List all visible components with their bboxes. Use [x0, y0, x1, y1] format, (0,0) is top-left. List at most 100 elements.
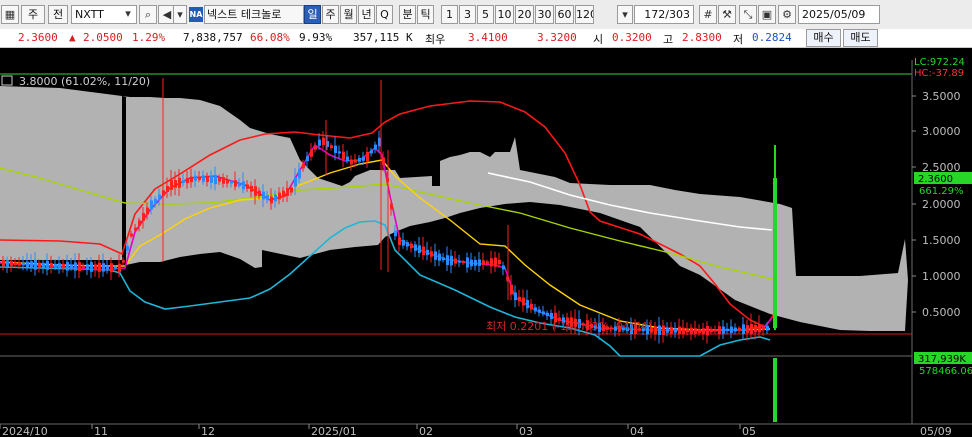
interval-20-button[interactable]: 20 — [515, 5, 534, 24]
candle-body — [10, 260, 13, 267]
candle-body — [402, 239, 405, 246]
y-tick-label: 2.0000 — [922, 198, 961, 211]
candle-body — [474, 259, 477, 266]
candle-body — [334, 145, 337, 154]
interval-10-button[interactable]: 10 — [495, 5, 514, 24]
y-tick-label: 1.0000 — [922, 270, 961, 283]
candle-body — [694, 328, 697, 334]
candle-body — [682, 327, 685, 334]
candle-body — [234, 180, 237, 187]
candle-body — [482, 260, 485, 265]
interval-30-button[interactable]: 30 — [535, 5, 554, 24]
candle-body — [458, 260, 461, 263]
current-price: 2.3600 — [18, 31, 58, 44]
candle-body — [702, 328, 705, 334]
candle-body — [238, 182, 241, 187]
period-week-button[interactable]: 주 — [322, 5, 339, 24]
candle-body — [450, 255, 453, 266]
candle-body — [750, 323, 753, 334]
sell-button[interactable]: 매도 — [843, 29, 878, 47]
candle-body — [22, 262, 25, 266]
interval-120-button[interactable]: 120 — [575, 5, 594, 24]
candle-body — [210, 175, 213, 183]
candle-body — [74, 262, 77, 271]
candle-body — [318, 139, 321, 146]
interval-5-button[interactable]: 5 — [477, 5, 494, 24]
tools-icon[interactable]: ⚒ — [718, 5, 736, 24]
price-chart[interactable]: 3.8000 (61.02%, 11/20) 최저 0.2201 (-190.6… — [0, 48, 972, 437]
save-icon[interactable]: ▣ — [758, 5, 776, 24]
period-select[interactable]: 전 — [48, 5, 68, 24]
candle-body — [186, 177, 189, 184]
candle-body — [530, 303, 533, 310]
search-icon[interactable]: ⌕ — [139, 5, 157, 24]
candle-body — [94, 264, 97, 270]
candle-body — [510, 284, 513, 295]
zoom-out-icon[interactable]: ⤡ — [739, 5, 757, 24]
candle-body — [754, 324, 757, 333]
candle-body — [310, 149, 313, 157]
candle-body — [446, 255, 449, 266]
chevron-down-icon[interactable]: ▾ — [617, 5, 633, 24]
chevron-down-icon[interactable]: ▾ — [120, 5, 136, 24]
candle-body — [370, 150, 373, 154]
candle-body — [66, 261, 69, 271]
candle-body — [442, 257, 445, 261]
lc-label: LC:972.24 — [914, 57, 965, 68]
counter-field[interactable]: 172/303 — [634, 5, 694, 24]
chevron-down-icon[interactable]: ▾ — [173, 5, 187, 24]
period-month-button[interactable]: 월 — [340, 5, 357, 24]
candle-body — [134, 227, 137, 231]
candle-body — [214, 174, 217, 185]
current-price-percent: 661.29% — [919, 186, 964, 197]
candle-body — [178, 177, 181, 188]
today-candle — [773, 178, 777, 328]
candle-body — [658, 325, 661, 335]
market-select[interactable]: 주 — [21, 5, 45, 24]
candle-body — [742, 324, 745, 335]
buy-button[interactable]: 매수 — [806, 29, 841, 47]
candle-body — [110, 263, 113, 273]
candle-body — [114, 266, 117, 269]
candle-body — [546, 312, 549, 317]
candle-body — [382, 157, 385, 165]
candle-body — [538, 309, 541, 313]
x-tick-label: 11 — [94, 425, 108, 437]
x-tick-label: 04 — [630, 425, 644, 437]
period-minute-button[interactable]: 분 — [399, 5, 416, 24]
low-label: 저 — [733, 33, 744, 46]
gear-icon[interactable]: ⚙ — [778, 5, 796, 24]
open-label: 시 — [593, 33, 604, 46]
price-change: 2.0500 — [83, 31, 123, 44]
interval-3-button[interactable]: 3 — [459, 5, 476, 24]
candle-body — [490, 258, 493, 267]
candle-body — [454, 258, 457, 264]
x-tick-label: 2024/10 — [2, 425, 48, 437]
interval-1-button[interactable]: 1 — [441, 5, 458, 24]
period-day-button[interactable]: 일 — [304, 5, 321, 24]
date-field[interactable]: 2025/05/09 — [798, 5, 880, 24]
toolbar: ▦ 주 전 NXTT ▾ ⌕ ◀ ▾ NA 넥스트 테크놀로 일 주 월 년 Q… — [0, 0, 972, 30]
period-year-button[interactable]: 년 — [358, 5, 375, 24]
y-tick-label: 3.0000 — [922, 125, 961, 138]
candle-body — [670, 327, 673, 334]
interval-60-button[interactable]: 60 — [555, 5, 574, 24]
candle-body — [42, 262, 45, 268]
candle-body — [718, 326, 721, 335]
candle-body — [414, 244, 417, 251]
candle-body — [62, 263, 65, 269]
period-quarter-button[interactable]: Q — [376, 5, 393, 24]
legend-icon — [1, 75, 13, 86]
period-tick-button[interactable]: 틱 — [417, 5, 434, 24]
candle-body — [398, 237, 401, 245]
candle-body — [362, 156, 365, 161]
candle-body — [230, 181, 233, 184]
volume-bar-today — [773, 358, 777, 422]
grid-icon[interactable]: # — [699, 5, 717, 24]
candle-body — [166, 186, 169, 192]
x-tick-label: 05 — [742, 425, 756, 437]
candle-body — [38, 262, 41, 268]
grid-icon[interactable]: ▦ — [1, 5, 19, 24]
volume: 7,838,757 — [183, 31, 243, 44]
candle-body — [734, 327, 737, 332]
